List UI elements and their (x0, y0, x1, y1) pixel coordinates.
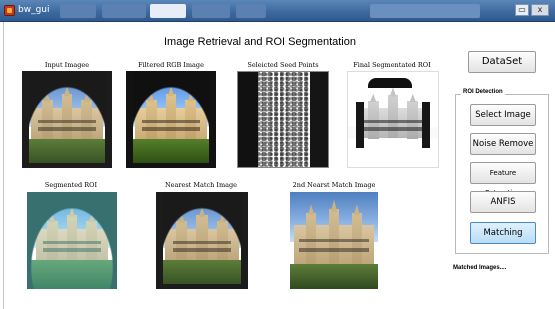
nearest-match-axes[interactable] (156, 192, 248, 289)
seed-points-axes[interactable] (237, 71, 329, 168)
matched-images-status: Matched Images.... (453, 265, 507, 271)
noise-remove-button[interactable]: Noise Remove (470, 133, 536, 155)
window-titlebar: bw_gui ▭ x (0, 0, 555, 22)
final-roi-axes[interactable] (347, 71, 439, 168)
taskbar-tab-active[interactable] (150, 4, 186, 18)
courtyard-photo (22, 71, 112, 168)
page-title: Image Retrieval and ROI Segmentation (164, 36, 356, 48)
roi-detection-label: ROI Detection (461, 89, 505, 95)
taskbar-tray (370, 4, 480, 18)
close-button[interactable]: x (531, 4, 549, 16)
filtered-image-axes[interactable] (126, 71, 216, 168)
taskbar-tab[interactable] (60, 4, 96, 18)
input-image-axes[interactable] (22, 71, 112, 168)
courtyard-photo-filtered (126, 71, 216, 168)
caption-nearest-match: Nearest Match Image (164, 181, 238, 189)
minimize-button[interactable]: ▭ (515, 4, 529, 16)
matching-button[interactable]: Matching (470, 222, 536, 244)
app-icon (4, 5, 15, 16)
dataset-button[interactable]: DataSet (468, 51, 536, 73)
courtyard-photo-second-nearest (290, 192, 378, 289)
taskbar-tab[interactable] (236, 4, 266, 18)
left-border (3, 22, 4, 309)
taskbar-tab[interactable] (192, 4, 230, 18)
caption-seed-points: Seleicted Seed Points (247, 61, 319, 69)
caption-final-roi: Final Segmentated ROI (353, 61, 431, 69)
taskbar-tab[interactable] (102, 4, 146, 18)
caption-second-nearest-match: 2nd Nearst Match Image (292, 181, 376, 189)
caption-input-image: Input Imagee (44, 61, 90, 69)
courtyard-photo-nearest (156, 192, 248, 289)
second-nearest-match-axes[interactable] (290, 192, 378, 289)
caption-segmented-roi: Segmented ROI (44, 181, 98, 189)
feature-extraction-button[interactable]: Feature Extraction (470, 162, 536, 197)
anfis-button[interactable]: ANFIS (470, 191, 536, 213)
window-title: bw_gui (18, 5, 50, 15)
caption-filtered-image: Filtered RGB Image (138, 61, 204, 69)
select-image-button[interactable]: Select Image (470, 104, 536, 126)
segmented-roi-axes[interactable] (27, 192, 117, 289)
